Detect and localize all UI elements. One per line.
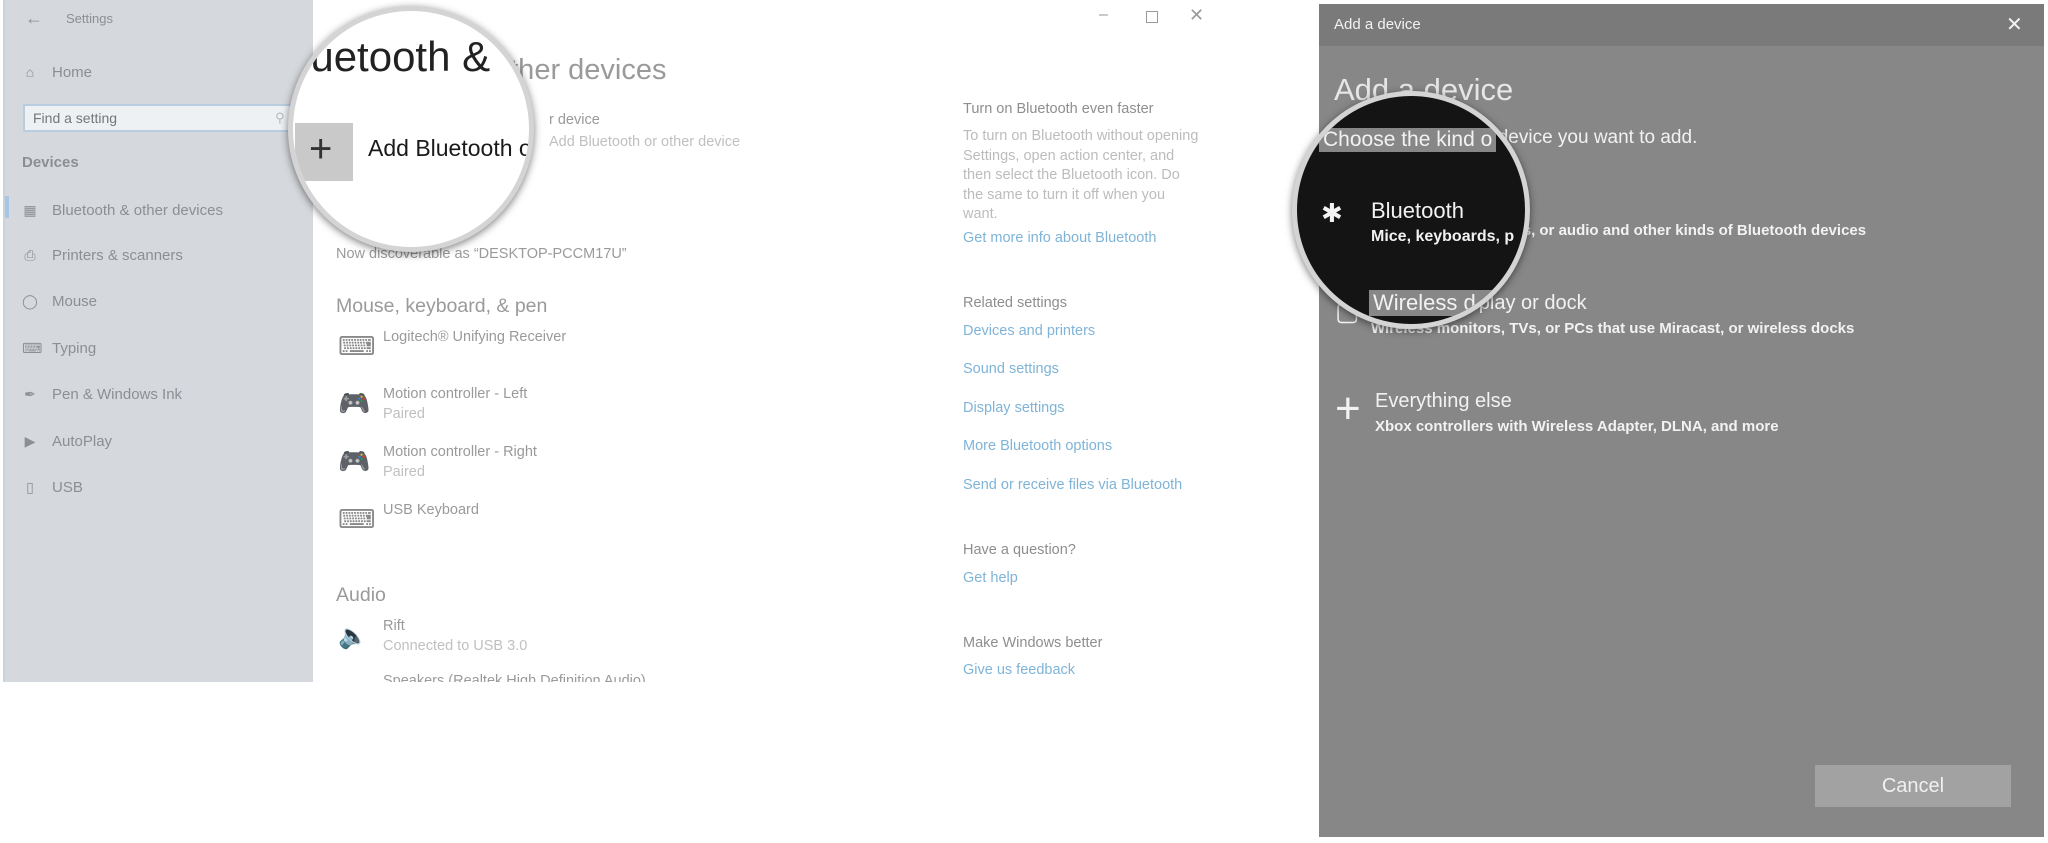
add-device-button[interactable]: + (295, 123, 353, 181)
pen-icon: ✒ (24, 386, 36, 402)
mkp-heading: Mouse, keyboard, & pen (336, 295, 548, 317)
magnified-bluetooth-label: Bluetooth (1371, 198, 1464, 223)
sidebar-item-label: USB (52, 479, 83, 496)
autoplay-icon: ▶ (24, 433, 36, 449)
home-icon: ⌂ (25, 64, 35, 80)
sidebar-item-label: Typing (52, 340, 97, 357)
back-arrow-icon[interactable]: ← (25, 8, 43, 29)
settings-window: ← Settings ⌂ Home ⚲ Devices ▦ Bluetooth … (3, 0, 1208, 682)
device-status: Paired (383, 406, 425, 422)
option-label: Everything else (1375, 390, 1512, 412)
related-link[interactable]: Sound settings (963, 361, 1059, 377)
usb-icon: ▯ (26, 479, 34, 495)
plus-icon: + (309, 127, 333, 171)
cancel-button[interactable]: Cancel (1815, 765, 2011, 807)
magnified-subheading: Choose the kind o (1319, 128, 1497, 152)
device-name: Motion controller - Right (383, 444, 537, 460)
sidebar-item-label: Bluetooth & other devices (52, 202, 223, 219)
sidebar-item-label: Pen & Windows Ink (52, 386, 183, 403)
home-label: Home (52, 64, 93, 81)
better-heading: Make Windows better (963, 635, 1103, 651)
add-device-label[interactable]: Add Bluetooth or other device (549, 134, 740, 150)
section-heading: Devices (22, 154, 79, 171)
audio-item[interactable]: 🔈 Speakers (Realtek High Definition Audi… (333, 673, 733, 682)
more-info-link[interactable]: Get more info about Bluetooth (963, 230, 1156, 246)
plus-icon: + (1335, 384, 1361, 433)
audio-heading: Audio (336, 584, 386, 606)
option-everything-else[interactable]: + Everything else Xbox controllers with … (1329, 384, 2029, 448)
feedback-link[interactable]: Give us feedback (963, 662, 1075, 678)
discoverable-status: Now discoverable as “DESKTOP-PCCM17U” (336, 246, 627, 262)
sidebar-item-bluetooth-other-devices[interactable]: ▦ Bluetooth & other devices (5, 200, 305, 224)
option-desc: Xbox controllers with Wireless Adapter, … (1375, 418, 1779, 435)
audio-name: Speakers (Realtek High Definition Audio) (383, 673, 646, 682)
search-icon: ⚲ (275, 110, 285, 125)
dialog-title: Add a device (1334, 16, 1421, 33)
related-link[interactable]: Display settings (963, 400, 1065, 416)
magnified-wireless-label: Wireless d (1369, 290, 1525, 316)
sidebar-item-usb[interactable]: ▯ USB (5, 477, 305, 501)
search-input[interactable] (23, 104, 296, 132)
speaker-icon: 🔈 (338, 677, 368, 682)
device-name: Motion controller - Left (383, 386, 528, 402)
device-item[interactable]: ⌨ USB Keyboard (333, 502, 733, 546)
window-title: Settings (66, 11, 113, 26)
device-name: USB Keyboard (383, 502, 479, 518)
keyboard-mouse-icon: ⌨ (338, 331, 376, 361)
related-heading: Related settings (963, 295, 1067, 311)
gamepad-icon: 🎮 (338, 446, 371, 476)
related-link[interactable]: More Bluetooth options (963, 438, 1112, 454)
magnifier-add-device: luetooth & + Add Bluetooth o th (288, 6, 534, 252)
sidebar-item-home[interactable]: ⌂ Home (5, 62, 305, 86)
audio-status: Connected to USB 3.0 (383, 638, 528, 654)
device-item[interactable]: 🎮 Motion controller - Left Paired (333, 386, 733, 430)
printer-icon: ⎙ (24, 247, 36, 263)
bluetooth-icon: ✱ (1321, 198, 1343, 228)
add-device-tail: r device (549, 112, 600, 128)
magnified-bluetooth-desc: Mice, keyboards, p (1371, 228, 1515, 245)
sidebar: ← Settings ⌂ Home ⚲ Devices ▦ Bluetooth … (3, 0, 313, 682)
device-item[interactable]: 🎮 Motion controller - Right Paired (333, 444, 733, 488)
dialog-close-icon[interactable]: ✕ (2006, 12, 2023, 37)
get-help-link[interactable]: Get help (963, 570, 1018, 586)
faster-text: To turn on Bluetooth without opening Set… (963, 128, 1199, 222)
sidebar-item-label: AutoPlay (52, 433, 113, 450)
magnifier-bluetooth-option[interactable]: Choose the kind o ✱ Bluetooth Mice, keyb… (1292, 91, 1530, 329)
audio-name: Rift (383, 618, 405, 634)
related-link[interactable]: Devices and printers (963, 323, 1095, 339)
device-item[interactable]: ⌨ Logitech® Unifying Receiver (333, 329, 733, 373)
speaker-icon: 🔈 (338, 623, 368, 650)
sidebar-item-printers-scanners[interactable]: ⎙ Printers & scanners (5, 245, 305, 269)
dialog-titlebar: Add a device ✕ (1319, 4, 2044, 46)
gamepad-icon: 🎮 (338, 388, 371, 418)
magnified-title: luetooth & (301, 33, 491, 80)
device-status: Paired (383, 464, 425, 480)
faster-heading: Turn on Bluetooth even faster (963, 101, 1154, 117)
audio-item[interactable]: 🔈 Rift Connected to USB 3.0 (333, 618, 733, 662)
bluetooth-devices-icon: ▦ (23, 202, 37, 218)
sidebar-item-label: Mouse (52, 293, 98, 310)
side-panel: Turn on Bluetooth even faster To turn on… (963, 0, 1208, 682)
sidebar-item-autoplay[interactable]: ▶ AutoPlay (5, 431, 305, 455)
add-device-magnified-label[interactable]: Add Bluetooth o (368, 135, 529, 162)
sidebar-item-typing[interactable]: ⌨ Typing (5, 338, 305, 362)
question-heading: Have a question? (963, 542, 1076, 558)
keyboard-icon: ⌨ (338, 504, 376, 534)
sidebar-item-pen-windows-ink[interactable]: ✒ Pen & Windows Ink (5, 384, 305, 408)
sidebar-item-mouse[interactable]: ◯ Mouse (5, 291, 305, 315)
keyboard-icon: ⌨ (22, 340, 43, 356)
sidebar-item-label: Printers & scanners (52, 247, 183, 264)
device-name: Logitech® Unifying Receiver (383, 329, 567, 345)
mouse-icon: ◯ (22, 293, 38, 309)
related-link[interactable]: Send or receive files via Bluetooth (963, 477, 1182, 493)
